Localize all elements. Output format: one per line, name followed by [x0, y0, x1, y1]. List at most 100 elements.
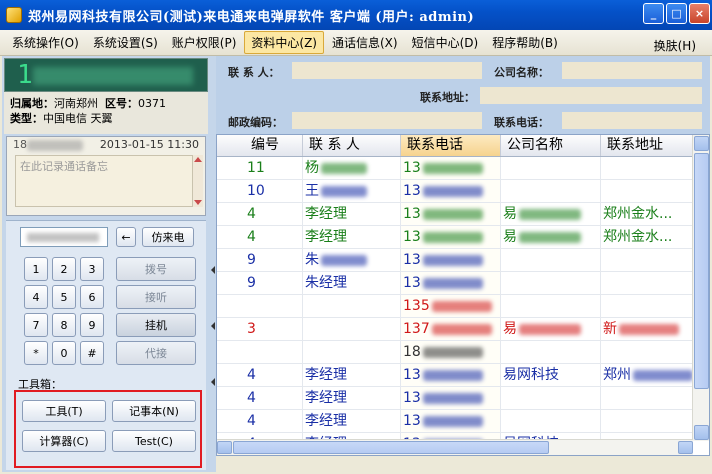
cell-address: 新	[601, 318, 693, 340]
calculator-button[interactable]: 计算器(C)	[22, 430, 106, 452]
cell-id: 10	[245, 180, 303, 202]
cell-contact	[303, 295, 401, 317]
cell-company	[501, 180, 601, 202]
table-horizontal-scrollbar[interactable]	[217, 439, 693, 455]
cell-id: 4	[245, 410, 303, 432]
key-0[interactable]: 0	[52, 341, 76, 365]
table-row[interactable]: 4 李经理 13 易郑州金水...	[217, 226, 693, 249]
cell-address	[601, 272, 693, 294]
column-header-id[interactable]: 编号	[245, 135, 303, 156]
table-row[interactable]: 4 李经理 13	[217, 410, 693, 433]
address-field[interactable]	[480, 87, 702, 104]
minimize-button[interactable]: _	[643, 3, 664, 24]
phone-field[interactable]	[562, 112, 702, 129]
column-header-phone[interactable]: 联系电话	[401, 135, 501, 156]
menu-skin[interactable]: 换肤(H)	[648, 35, 702, 56]
redacted-mark	[422, 162, 483, 174]
key-3[interactable]: 3	[80, 257, 104, 281]
redacted-mark	[519, 323, 581, 335]
window-title: 郑州易网科技有限公司(测试)来电通来电弹屏软件 客户端 (用户: admin)	[28, 9, 475, 25]
column-header-contact[interactable]: 联 系 人	[303, 135, 401, 156]
table-vertical-scrollbar[interactable]	[692, 135, 709, 441]
cell-id: 9	[245, 249, 303, 271]
table-row[interactable]: 4 李经理 13 易网科技 郑州	[217, 364, 693, 387]
redacted-mark	[519, 231, 581, 243]
key-8[interactable]: 8	[52, 313, 76, 337]
dial-number-input[interactable]	[20, 227, 108, 247]
fake-call-button[interactable]: 仿来电	[142, 227, 194, 247]
table-row[interactable]: 4 李经理 13	[217, 387, 693, 410]
company-field[interactable]	[562, 62, 702, 79]
key-2[interactable]: 2	[52, 257, 76, 281]
hangup-button[interactable]: 挂机	[116, 313, 196, 337]
cell-company	[501, 410, 601, 432]
backspace-button[interactable]: ←	[116, 227, 136, 247]
caller-number-masked	[32, 66, 193, 85]
redacted-mark	[422, 185, 483, 197]
key-7[interactable]: 7	[24, 313, 48, 337]
answer-button[interactable]: 接听	[116, 285, 196, 309]
menu-bar: 系统操作(O) 系统设置(S) 账户权限(P) 资料中心(Z) 通话信息(X) …	[0, 30, 712, 56]
menu-sms-center[interactable]: 短信中心(D)	[406, 32, 485, 53]
table-row[interactable]: 18	[217, 341, 693, 364]
cell-company	[501, 157, 601, 179]
close-button[interactable]: ×	[689, 3, 710, 24]
cell-address	[601, 295, 693, 317]
memo-scrollbar[interactable]	[193, 155, 203, 207]
caller-number-display: 1	[4, 58, 208, 92]
key-5[interactable]: 5	[52, 285, 76, 309]
key-star[interactable]: *	[24, 341, 48, 365]
key-9[interactable]: 9	[80, 313, 104, 337]
cell-address	[601, 341, 693, 363]
menu-system-settings[interactable]: 系统设置(S)	[87, 32, 164, 53]
cell-contact: 朱经理	[303, 272, 401, 294]
menu-system-ops[interactable]: 系统操作(O)	[6, 32, 85, 53]
tools-button[interactable]: 工具(T)	[22, 400, 106, 422]
key-hash[interactable]: #	[80, 341, 104, 365]
menu-account-permissions[interactable]: 账户权限(P)	[166, 32, 243, 53]
redacted-mark	[422, 208, 483, 220]
cell-phone: 13	[401, 272, 501, 294]
test-button[interactable]: Test(C)	[112, 430, 196, 452]
cell-contact	[303, 341, 401, 363]
key-6[interactable]: 6	[80, 285, 104, 309]
menu-data-center[interactable]: 资料中心(Z)	[244, 31, 324, 54]
table-row[interactable]: 3 137 易新	[217, 318, 693, 341]
redacted-mark	[431, 300, 492, 312]
redacted-mark	[431, 323, 492, 335]
column-header-address[interactable]: 联系地址	[601, 135, 693, 156]
redacted-mark	[422, 369, 483, 381]
table-row[interactable]: 135	[217, 295, 693, 318]
app-icon	[6, 7, 22, 23]
cell-id: 4	[245, 387, 303, 409]
redacted-mark	[422, 392, 483, 404]
key-4[interactable]: 4	[24, 285, 48, 309]
notepad-button[interactable]: 记事本(N)	[112, 400, 196, 422]
table-row[interactable]: 9 朱经理 13	[217, 272, 693, 295]
key-1[interactable]: 1	[24, 257, 48, 281]
type-value: 中国电信 天翼	[43, 112, 113, 125]
cell-id: 9	[245, 272, 303, 294]
postcode-field[interactable]	[292, 112, 482, 129]
window-controls: _ □ ×	[643, 3, 710, 24]
contact-field[interactable]	[292, 62, 482, 79]
type-label: 类型：	[10, 112, 43, 125]
menu-help[interactable]: 程序帮助(B)	[486, 32, 564, 53]
contact-info-form: 联 系 人： 公司名称： 联系地址： 邮政编码： 联系电话：	[216, 56, 710, 134]
redacted-mark	[321, 254, 367, 266]
table-row[interactable]: 9 朱 13	[217, 249, 693, 272]
cell-phone: 137	[401, 318, 501, 340]
menu-call-info[interactable]: 通话信息(X)	[326, 32, 404, 53]
forward-button[interactable]: 代接	[116, 341, 196, 365]
maximize-button[interactable]: □	[666, 3, 687, 24]
memo-textarea[interactable]: 在此记录通话备忘	[15, 155, 193, 207]
areacode-value: 0371	[138, 97, 166, 110]
redacted-mark	[321, 185, 367, 197]
table-row[interactable]: 4 李经理 13 易郑州金水...	[217, 203, 693, 226]
column-header-company[interactable]: 公司名称	[501, 135, 601, 156]
dialpad: ← 仿来电 1 2 3 4 5 6 7 8 9 * 0 # 拨号 接听 挂机 代…	[6, 220, 206, 372]
cell-phone: 13	[401, 410, 501, 432]
table-row[interactable]: 11 杨 13	[217, 157, 693, 180]
dial-button[interactable]: 拨号	[116, 257, 196, 281]
table-row[interactable]: 10 王 13	[217, 180, 693, 203]
